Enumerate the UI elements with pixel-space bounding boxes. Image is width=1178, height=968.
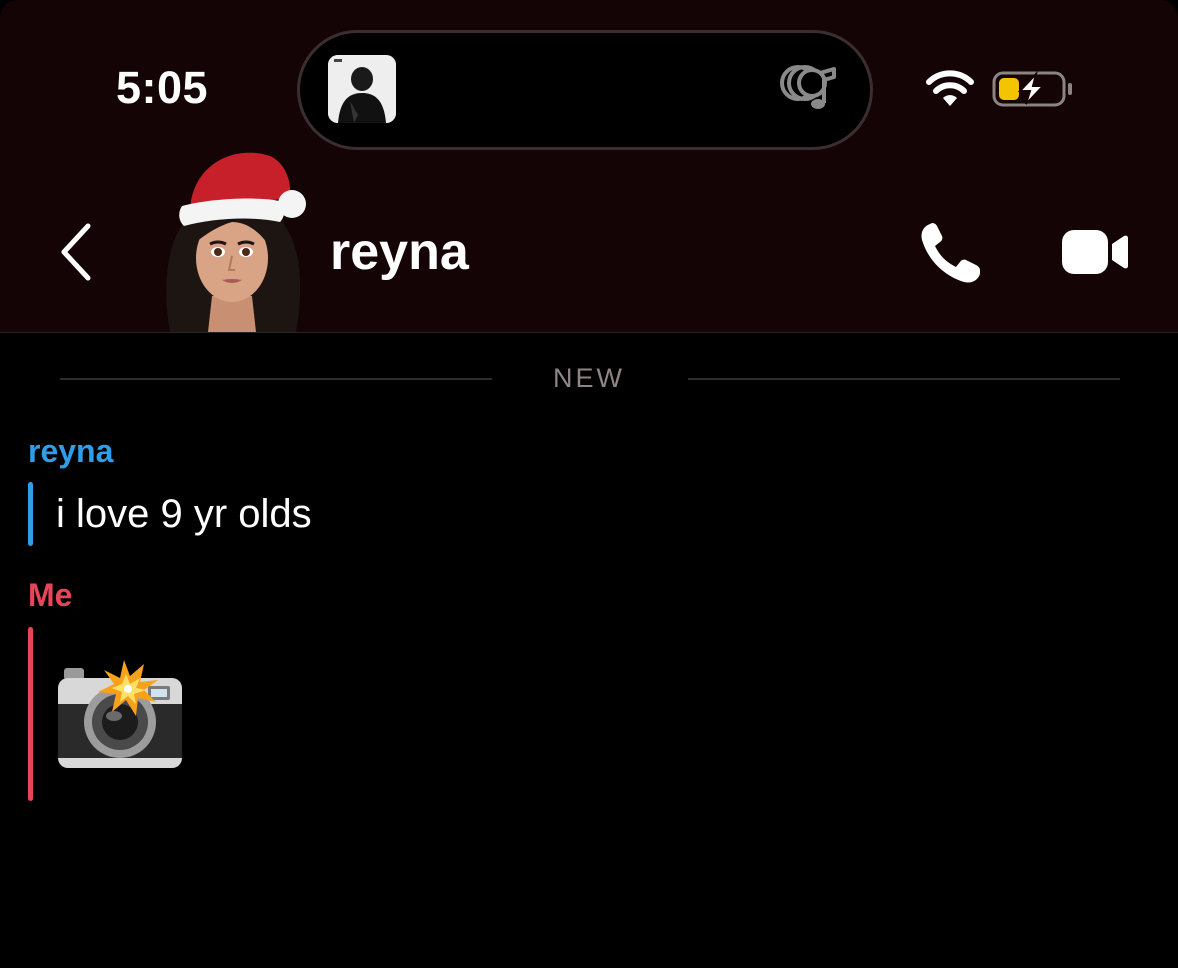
bitmoji-avatar[interactable]	[152, 146, 312, 332]
music-icon	[778, 57, 840, 119]
message-sender: Me	[28, 577, 73, 613]
video-call-button[interactable]	[1060, 226, 1132, 278]
dynamic-island[interactable]	[297, 30, 873, 150]
camera-with-flash-emoji[interactable]	[54, 656, 186, 772]
message-text[interactable]: i love 9 yr olds	[56, 490, 312, 538]
album-art-thumbnail[interactable]	[328, 55, 396, 123]
message-accent-bar	[28, 482, 33, 546]
chat-screen: 5:05 reyna NEW reyna i love 9 yr olds Me	[0, 0, 1178, 968]
message-accent-bar	[28, 627, 33, 801]
chevron-left-icon	[61, 223, 91, 281]
divider-line-right	[688, 378, 1120, 380]
call-button[interactable]	[916, 220, 984, 286]
message-sender: reyna	[28, 433, 114, 469]
battery-charging-icon	[992, 70, 1074, 108]
status-time: 5:05	[116, 62, 209, 113]
back-button[interactable]	[52, 218, 104, 286]
phone-icon	[921, 223, 980, 283]
divider-line-left	[60, 378, 492, 380]
chat-header: 5:05 reyna	[0, 0, 1178, 333]
wifi-icon	[925, 70, 975, 108]
video-camera-icon	[1062, 230, 1128, 274]
contact-name[interactable]: reyna	[330, 222, 469, 282]
new-messages-divider: NEW	[553, 363, 625, 393]
